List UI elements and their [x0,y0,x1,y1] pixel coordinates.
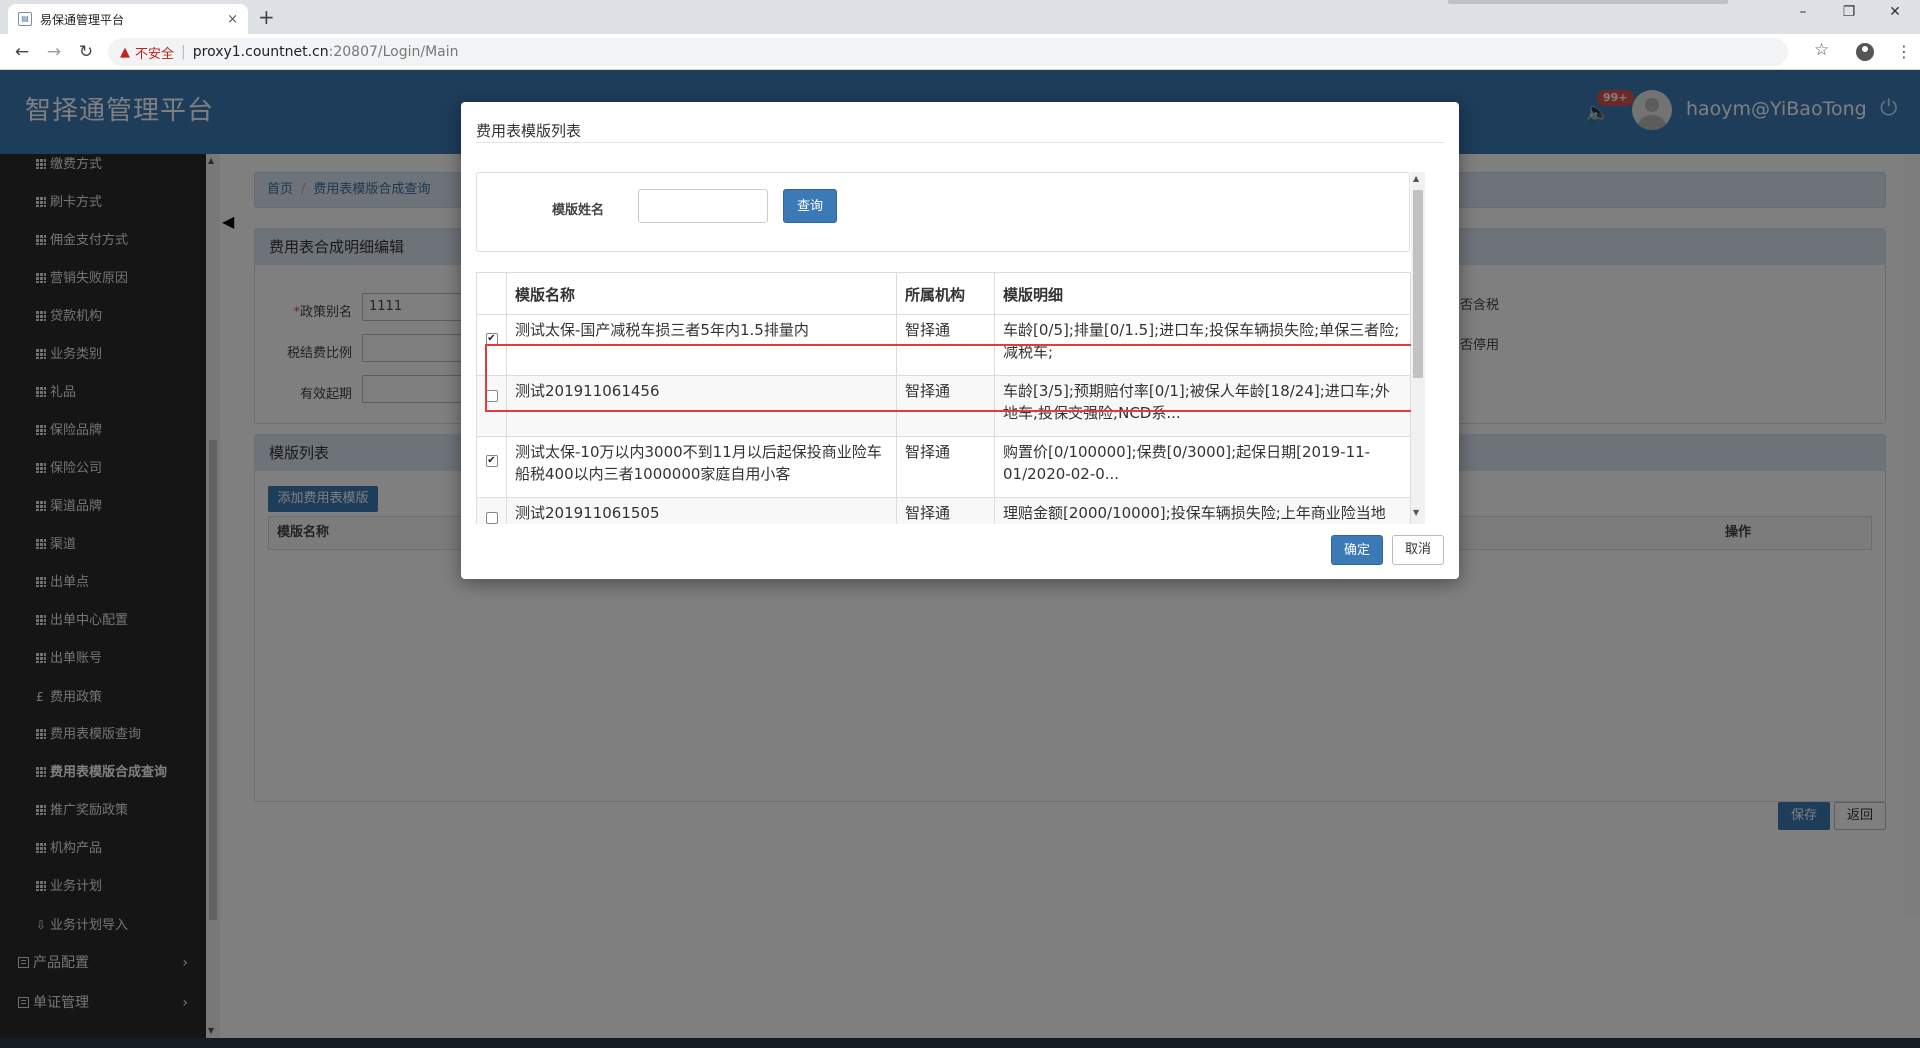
col-header-org: 所属机构 [896,272,995,315]
window-close-button[interactable]: ✕ [1872,4,1918,20]
table-row[interactable]: 测试201911061505 智择通 理赔金额[2000/10000];投保车辆… [476,497,1411,524]
query-button[interactable]: 查询 [783,189,837,223]
template-list-modal: 费用表模版列表 模版姓名 查询 模版名称 所属机构 模版明细 ✔ 测试太保-国产… [461,102,1459,579]
tab-title: 易保通管理平台 [40,12,125,27]
tab-hover-indicator [1448,0,1728,4]
url-host: proxy1.countnet.cn [192,44,329,60]
browser-menu-icon[interactable]: ⋮ [1896,41,1912,63]
modal-scroll-thumb[interactable] [1413,190,1423,378]
new-tab-button[interactable]: + [258,5,275,29]
col-header-name: 模版名称 [506,272,897,315]
modal-scroll-down-icon[interactable]: ▼ [1413,508,1419,517]
row-name: 测试201911061505 [506,497,897,524]
address-bar[interactable]: ▲ 不安全 | proxy1.countnet.cn :20807/Login/… [108,38,1788,66]
modal-scroll-up-icon[interactable]: ▲ [1413,174,1419,183]
template-name-search-input[interactable] [638,189,768,223]
table-row[interactable]: ✔ 测试太保-10万以内3000不到11月以后起保投商业险车船税400以内三者1… [476,436,1411,498]
account-icon[interactable] [1856,43,1874,61]
cancel-button[interactable]: 取消 [1392,535,1444,565]
row-org: 智择通 [896,436,995,498]
row-detail: 购置价[0/100000];保费[0/3000];起保日期[2019-11-01… [994,436,1411,498]
tab-close-icon[interactable]: × [227,12,238,27]
row-org: 智择通 [896,497,995,524]
row-checkbox[interactable] [485,512,498,524]
modal-title-divider [476,142,1444,143]
page-favicon-icon: ▤ [18,12,32,26]
modal-body: 模版姓名 查询 模版名称 所属机构 模版明细 ✔ 测试太保-国产减税车损三者5年… [476,172,1428,524]
url-path: :20807/Login/Main [328,44,459,60]
browser-tab[interactable]: ▤ 易保通管理平台 × [8,4,248,34]
warning-icon: ▲ [120,44,130,60]
window-minimize-button[interactable]: – [1780,4,1826,20]
browser-tab-strip: ▤ 易保通管理平台 × + – ❐ ✕ [0,0,1920,34]
row-detail: 理赔金额[2000/10000];投保车辆损失险;上年商业险当地 [994,497,1411,524]
row-name: 测试太保-10万以内3000不到11月以后起保投商业险车船税400以内三者100… [506,436,897,498]
browser-toolbar: ← → ↻ ▲ 不安全 | proxy1.countnet.cn :20807/… [0,34,1920,70]
window-maximize-button[interactable]: ❐ [1826,4,1872,20]
modal-title: 费用表模版列表 [476,122,582,140]
forward-button[interactable]: → [42,40,66,64]
back-button[interactable]: ← [10,40,34,64]
col-header-detail: 模版明细 [994,272,1411,315]
confirm-button[interactable]: 确定 [1331,535,1383,565]
header-checkbox-cell [476,272,507,315]
selected-row-highlight [485,344,1415,412]
search-panel: 模版姓名 查询 [476,172,1410,252]
search-label: 模版姓名 [552,203,605,218]
insecure-label: 不安全 [135,46,175,62]
bookmark-star-icon[interactable]: ☆ [1814,40,1829,60]
address-separator: | [181,44,186,60]
row-checkbox[interactable]: ✔ [485,455,498,467]
reload-button[interactable]: ↻ [74,40,98,64]
